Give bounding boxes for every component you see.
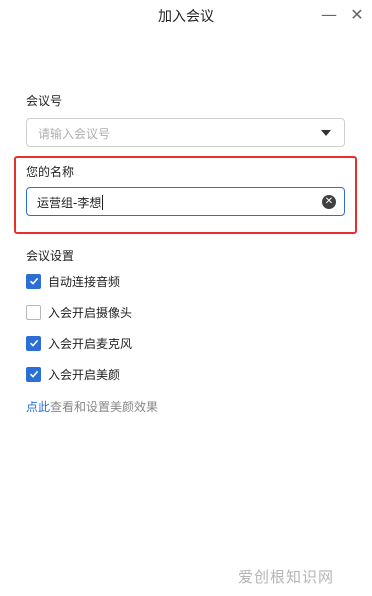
meeting-id-placeholder: 请输入会议号 xyxy=(38,127,111,141)
checkbox-checked[interactable] xyxy=(26,273,41,289)
option-label: 入会开启美颜 xyxy=(48,367,121,382)
option-label: 自动连接音频 xyxy=(48,274,121,289)
close-icon[interactable]: ✕ xyxy=(346,4,368,26)
beauty-settings-link[interactable]: 点此 xyxy=(26,400,50,414)
option-label: 入会开启麦克风 xyxy=(48,336,133,351)
minimize-icon[interactable]: — xyxy=(318,4,340,26)
meeting-id-select[interactable]: 请输入会议号 xyxy=(26,118,345,147)
checkbox-unchecked[interactable] xyxy=(26,304,41,320)
name-input[interactable]: 运营组-李想 ✕ xyxy=(26,187,345,216)
clear-icon[interactable]: ✕ xyxy=(322,195,336,209)
option-beauty[interactable]: 入会开启美颜 xyxy=(26,366,120,382)
meeting-id-label: 会议号 xyxy=(26,94,63,108)
settings-label: 会议设置 xyxy=(26,249,75,263)
checkbox-checked[interactable] xyxy=(26,366,41,382)
window-title: 加入会议 xyxy=(158,9,214,25)
title-bar: 加入会议 — ✕ xyxy=(0,0,372,30)
option-microphone[interactable]: 入会开启麦克风 xyxy=(26,335,132,351)
option-label: 入会开启摄像头 xyxy=(48,305,133,320)
checkmark-icon xyxy=(29,370,38,378)
name-label: 您的名称 xyxy=(26,165,75,179)
checkmark-icon xyxy=(29,339,38,347)
checkbox-checked[interactable] xyxy=(26,335,41,351)
option-camera[interactable]: 入会开启摄像头 xyxy=(26,304,132,320)
chevron-down-icon[interactable] xyxy=(321,130,331,136)
text-caret xyxy=(102,195,104,210)
option-auto-audio[interactable]: 自动连接音频 xyxy=(26,273,120,289)
beauty-settings-line: 点此查看和设置美颜效果 xyxy=(26,398,158,415)
watermark: 爱创根知识网 xyxy=(238,568,335,586)
beauty-settings-text: 查看和设置美颜效果 xyxy=(50,400,159,414)
name-input-value: 运营组-李想 xyxy=(37,195,104,210)
checkmark-icon xyxy=(29,277,38,285)
